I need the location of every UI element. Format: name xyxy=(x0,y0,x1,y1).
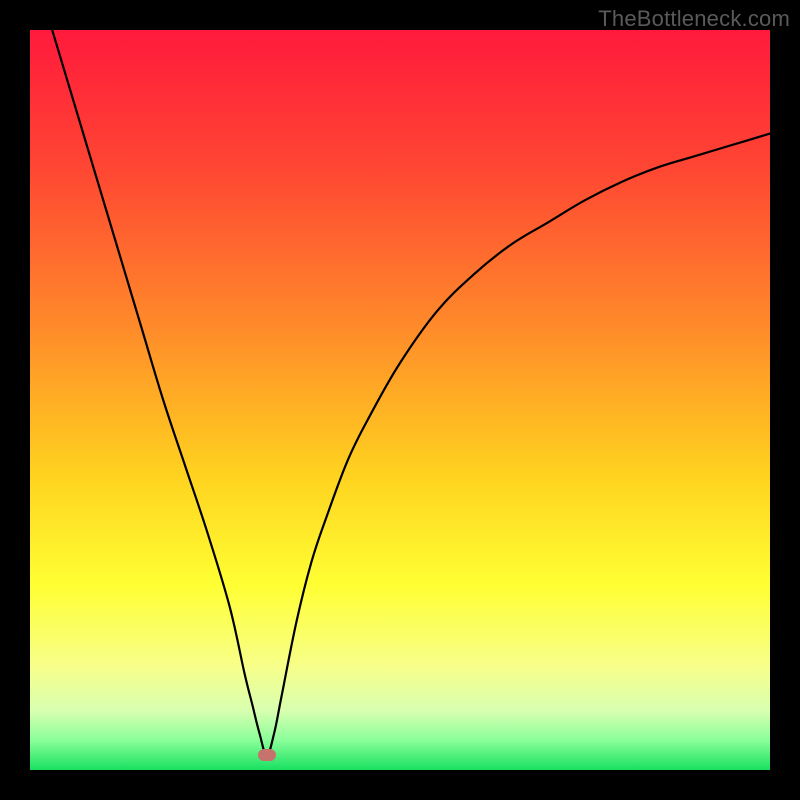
bottleneck-curve xyxy=(52,30,770,755)
watermark-text: TheBottleneck.com xyxy=(598,6,790,32)
plot-area xyxy=(30,30,770,770)
chart-stage: TheBottleneck.com xyxy=(0,0,800,800)
curve-layer xyxy=(30,30,770,770)
optimal-marker xyxy=(258,749,276,761)
